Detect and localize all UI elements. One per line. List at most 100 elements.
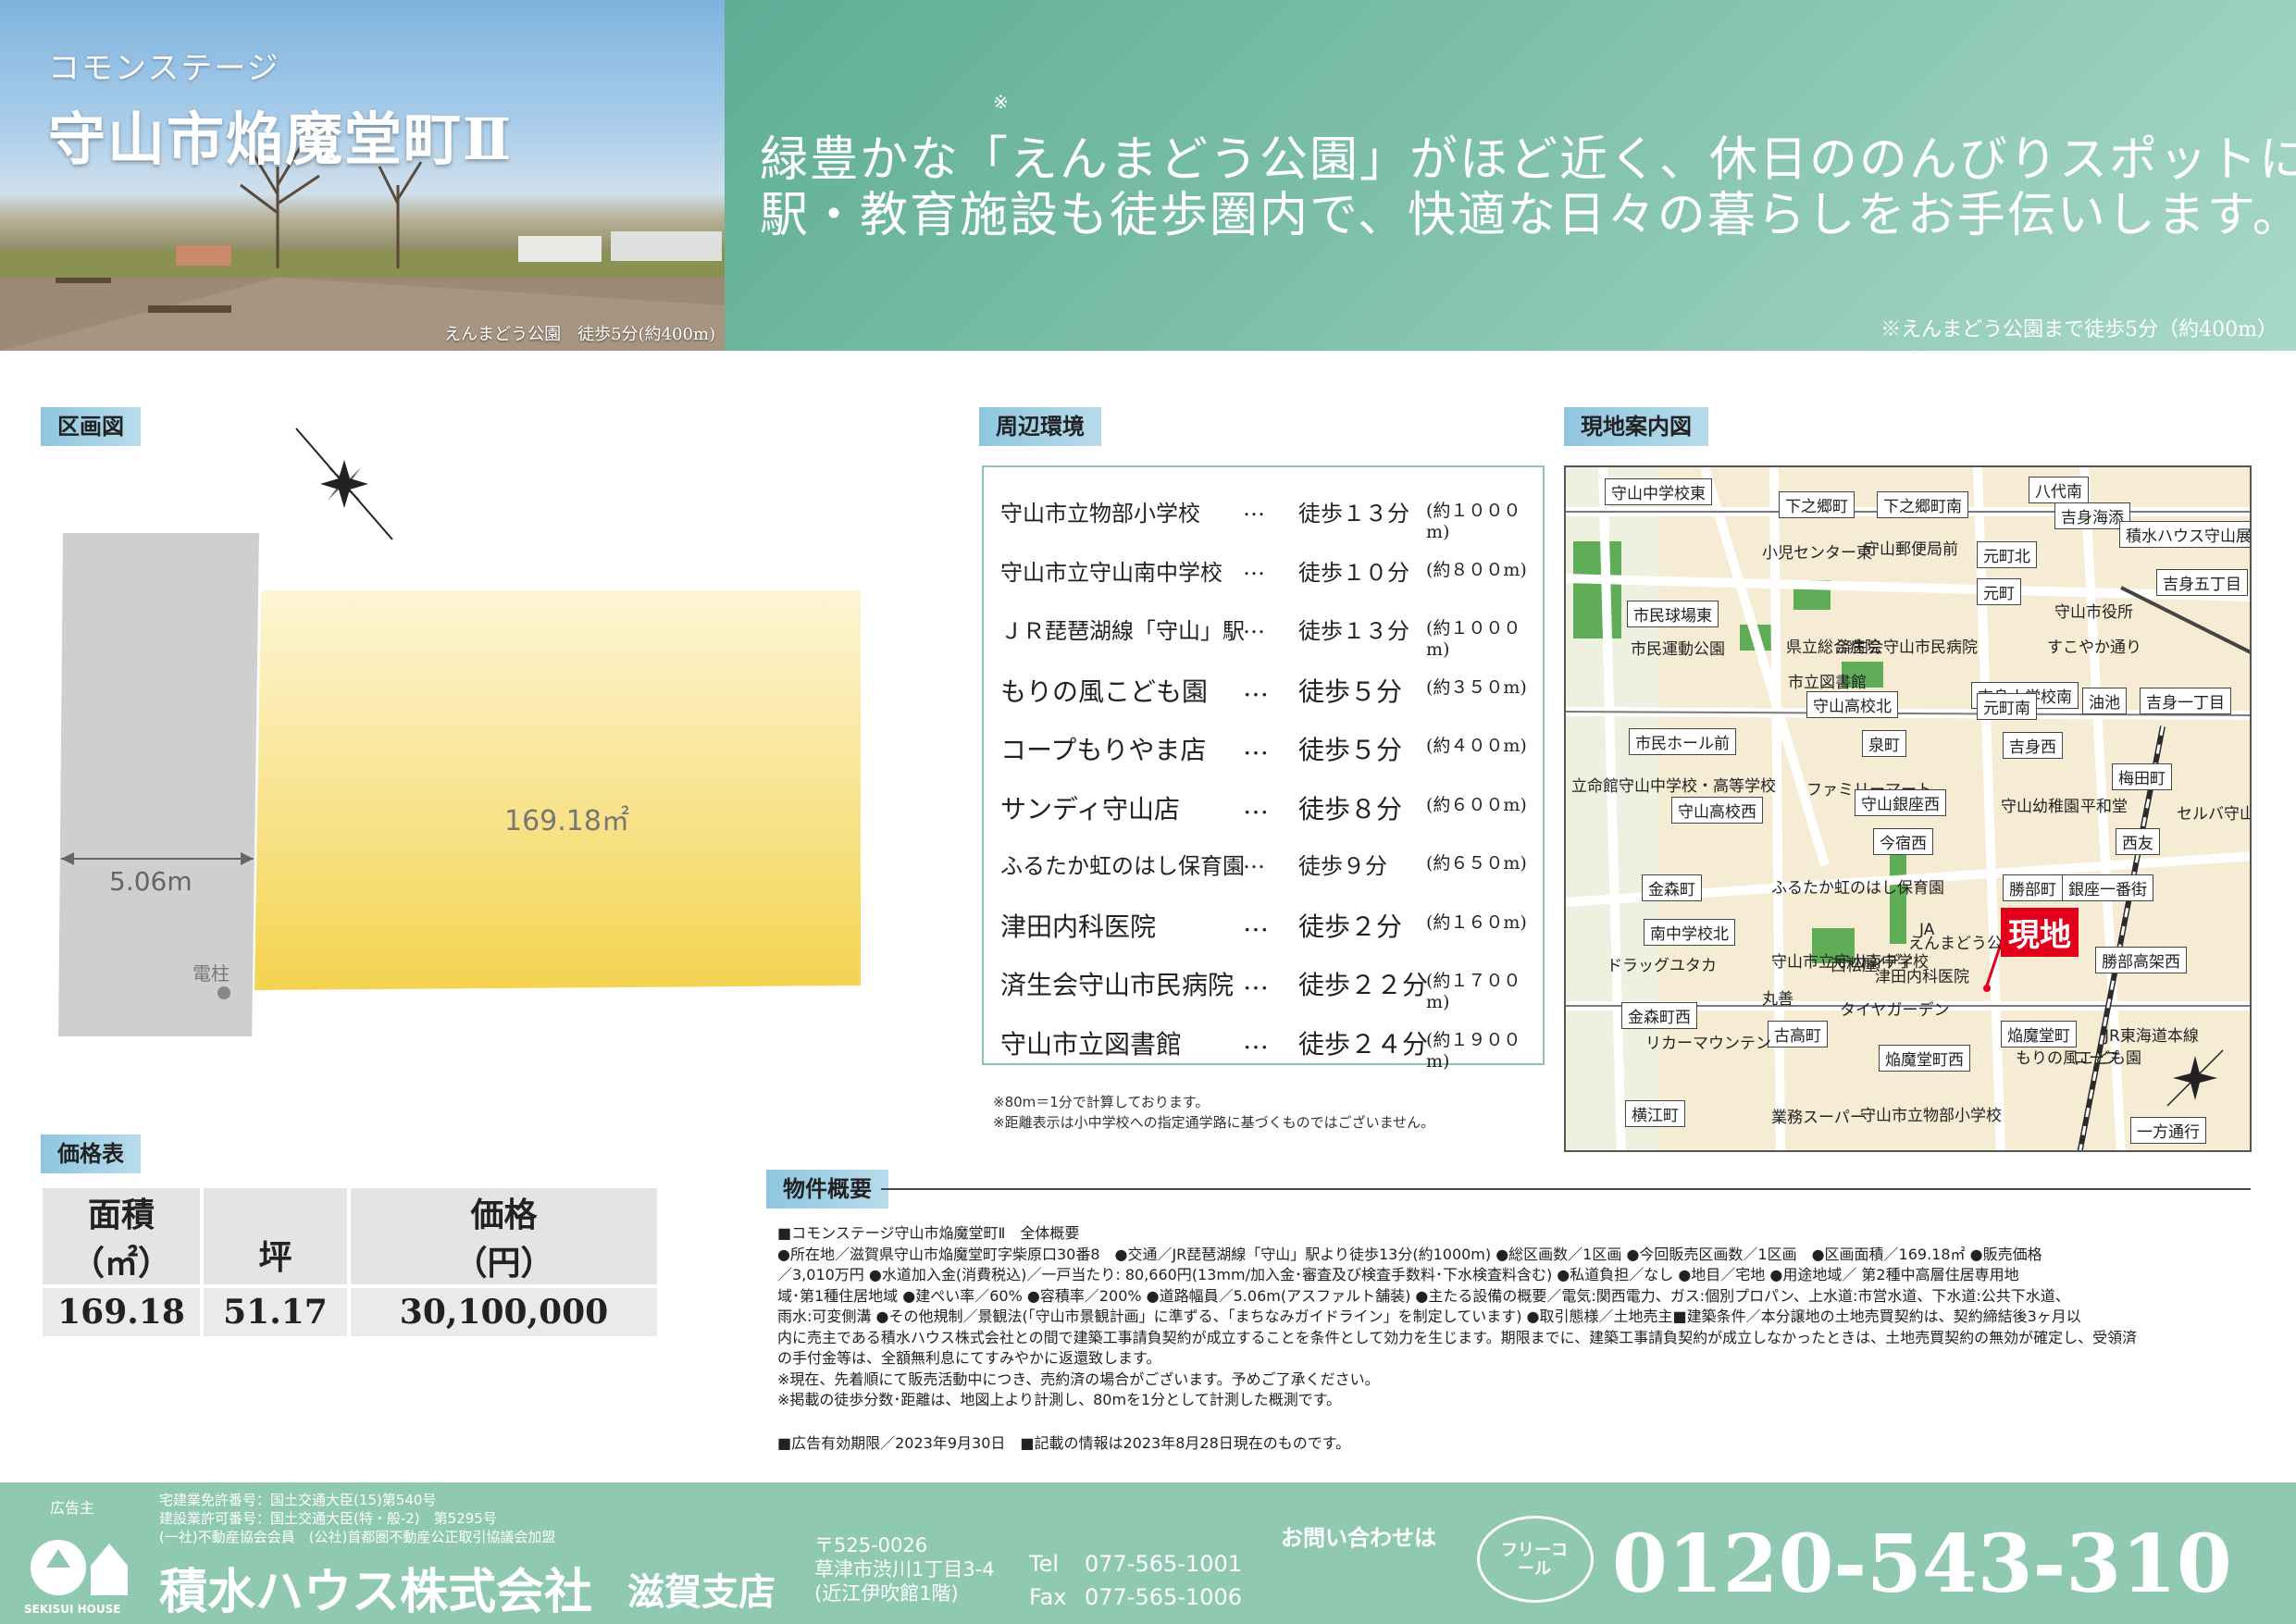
photo-caption: えんまどう公園 徒歩5分(約400m) bbox=[444, 325, 715, 344]
map-label: 業務スーパー bbox=[1771, 1109, 1866, 1127]
nearby-item: サンディ守山店 … 徒歩８分 (約６００m) bbox=[984, 776, 1543, 836]
license-3: (一社)不動産協会会員 (公社)首都圏不動産公正取引協議会加盟 bbox=[159, 1529, 556, 1545]
nearby-distance: (約４００m) bbox=[1426, 736, 1527, 756]
license-2: 建設業許可番号：国土交通大臣(特・般-2) 第5295号 bbox=[159, 1510, 497, 1527]
footer: 広告主 宅建業免許番号：国土交通大臣(15)第540号 建設業許可番号：国土交通… bbox=[0, 1482, 2296, 1624]
nearby-walk: 徒歩５分 bbox=[1298, 735, 1403, 765]
map-label: 元町 bbox=[1977, 578, 2021, 605]
nearby-note-2: ※距離表示は小中学校への指定通学路に基づくものではございません。 bbox=[993, 1114, 1435, 1131]
nearby-distance: (約１０００m) bbox=[1426, 618, 1521, 660]
map-label: JR東海道本線 bbox=[2104, 1027, 2199, 1046]
nearby-note-1: ※80m＝1分で計算しております。 bbox=[993, 1094, 1210, 1110]
price-header: 価格 （円） bbox=[351, 1188, 657, 1284]
tel-number: 077-565-1001 bbox=[1085, 1551, 1243, 1577]
nearby-dots: … bbox=[1243, 906, 1269, 937]
map-label: 勝部高架西 bbox=[2095, 947, 2187, 973]
nearby-item: ＪＲ琵琶湖線「守山」駅… 徒歩１３分 (約１０００m) bbox=[984, 600, 1543, 660]
map-label: ドラッグユタカ bbox=[1607, 957, 1717, 975]
map-label: コープ bbox=[2073, 1049, 2119, 1068]
nearby-section-tag: 周辺環境 bbox=[979, 407, 1101, 446]
nearby-dots: … bbox=[1243, 730, 1269, 761]
nearby-name: 守山市立図書館 bbox=[1000, 1028, 1183, 1060]
sekisui-house-logo-icon bbox=[31, 1540, 128, 1595]
nearby-notes: ※80m＝1分で計算しております。 ※距離表示は小中学校への指定通学路に基づくも… bbox=[993, 1092, 1434, 1133]
compass-icon: N bbox=[295, 428, 393, 540]
nearby-list: 守山市立物部小学校 … 徒歩１３分 (約１０００m) 守山市立守山南中学校 … 徒歩１０分 (… bbox=[982, 465, 1545, 1072]
catch-note: ※えんまどう公園まで徒歩5分（約400m） bbox=[1880, 318, 2277, 341]
branch-name: 滋賀支店 bbox=[627, 1571, 776, 1614]
overview-line: の手付金等は、全額無利息にてすみやかに返還致します。 bbox=[777, 1349, 1161, 1367]
plot-diagram: N bbox=[58, 428, 861, 1036]
map-label: 一方通行 bbox=[2130, 1117, 2206, 1144]
map-label: 吉身一丁目 bbox=[2140, 688, 2231, 714]
fax-number: 077-565-1006 bbox=[1085, 1584, 1243, 1610]
nearby-walk: 徒歩１３分 bbox=[1298, 501, 1409, 527]
nearby-dots: … bbox=[1243, 495, 1265, 521]
map-label: 済生会守山市民病院 bbox=[1836, 638, 1978, 657]
nearby-name: 津田内科医院 bbox=[1000, 911, 1157, 942]
road-width-label: 5.06m bbox=[109, 866, 192, 897]
nearby-distance: (約１９００m) bbox=[1426, 1029, 1521, 1072]
price-section-tag: 価格表 bbox=[41, 1134, 141, 1173]
map-label: 下之郷町 bbox=[1779, 491, 1855, 518]
map-label: 市民ホール前 bbox=[1629, 728, 1736, 755]
map-label: 市立図書館 bbox=[1788, 674, 1867, 692]
nearby-name: コープもりやま店 bbox=[1000, 735, 1207, 765]
map-label: 市民球場東 bbox=[1627, 601, 1719, 627]
nearby-item: 津田内科医院 … 徒歩２分 (約１６０m) bbox=[984, 894, 1543, 953]
nearby-walk: 徒歩５分 bbox=[1298, 676, 1403, 707]
inquiry-label: お問い合わせは bbox=[1281, 1525, 1436, 1551]
logo-text: SEKISUI HOUSE bbox=[24, 1603, 121, 1616]
nearby-distance: (約８００m) bbox=[1426, 559, 1527, 580]
map-label: 南中学校北 bbox=[1644, 919, 1735, 946]
nearby-name: 守山市立物部小学校 bbox=[1000, 501, 1200, 527]
nearby-item: ふるたか虹のはし保育園… 徒歩９分 (約６５０m) bbox=[984, 835, 1543, 894]
nearby-distance: (約１７００m) bbox=[1426, 971, 1521, 1012]
lot-area-label: 169.18㎡ bbox=[504, 805, 629, 837]
overview-line: 雨水:可変側溝 ●その他規制／景観法(「守山市景観計画」に準ずる、「まちなみガイ… bbox=[777, 1308, 2081, 1325]
nearby-walk: 徒歩２４分 bbox=[1298, 1028, 1429, 1060]
overview-section-tag: 物件概要 bbox=[766, 1170, 888, 1209]
nearby-walk: 徒歩１０分 bbox=[1298, 559, 1409, 586]
freecall-label: フリーコール bbox=[1501, 1541, 1568, 1579]
overview-line: 域･第1種住居地域 ●建ぺい率／60% ●容積率／200% ●道路幅員／5.06… bbox=[777, 1286, 2070, 1305]
map-label: 今宿西 bbox=[1873, 828, 1933, 855]
map-label: 市民運動公園 bbox=[1631, 640, 1725, 659]
nearby-item: 守山市立守山南中学校 … 徒歩１０分 (約８００m) bbox=[984, 541, 1543, 601]
nearby-name: 守山市立守山南中学校 bbox=[1000, 559, 1222, 586]
map-label: 平和堂 bbox=[2080, 798, 2128, 816]
map-label: 梅田町 bbox=[2112, 763, 2172, 790]
nearby-name: 済生会守山市民病院 bbox=[1000, 970, 1235, 1000]
nearby-name: もりの風こども園 bbox=[1000, 676, 1209, 707]
nearby-item: 守山市立図書館 … 徒歩２４分 (約１９００m) bbox=[984, 1011, 1543, 1072]
price-value: 30,100,000 bbox=[351, 1288, 657, 1336]
nearby-distance: (約１６０m) bbox=[1426, 911, 1527, 933]
nearby-walk: 徒歩２分 bbox=[1298, 911, 1403, 942]
overview-line: 内に売主である積水ハウス株式会社との間で建築工事請負契約が成立することを条件とし… bbox=[777, 1328, 2138, 1346]
brand-name: コモンステージ bbox=[48, 50, 280, 87]
nearby-distance: (約６５０m) bbox=[1426, 853, 1527, 874]
map-label: 丸善 bbox=[1762, 990, 1793, 1009]
map-label: 守山市役所 bbox=[2054, 603, 2133, 622]
nearby-walk: 徒歩２２分 bbox=[1298, 970, 1429, 1000]
map-label: 積水ハウス守山展示場 bbox=[2119, 521, 2250, 548]
company-name: 積水ハウス株式会社 bbox=[159, 1565, 593, 1620]
license-1: 宅建業免許番号：国土交通大臣(15)第540号 bbox=[159, 1492, 437, 1508]
map-label: 金森町 bbox=[1642, 874, 1702, 901]
area-header: 面積 （㎡） bbox=[43, 1188, 200, 1284]
nearby-item: 守山市立物部小学校 … 徒歩１３分 (約１０００m) bbox=[984, 482, 1543, 542]
map-label: 焔魔堂町 bbox=[2001, 1021, 2077, 1048]
map-label: 守山高校北 bbox=[1806, 691, 1898, 718]
nearby-dots: … bbox=[1243, 613, 1265, 638]
nearby-dots: … bbox=[1243, 848, 1265, 874]
nearby-name: サンディ守山店 bbox=[1000, 793, 1181, 824]
catch-line-2: 駅・教育施設も徒歩圏内で、快適な日々の暮らしをお手伝いします。 bbox=[760, 188, 2296, 243]
utility-pole-label: 電柱 bbox=[192, 962, 230, 985]
map-label: 守山市立物部小学校 bbox=[1860, 1107, 2002, 1125]
map-label: 津田内科医院 bbox=[1875, 968, 1969, 986]
map-label: 元町南 bbox=[1977, 693, 2037, 720]
overview-line: ※現在、先着順にて販売活動中につき、売約済の場合がございます。予めご了承ください… bbox=[777, 1370, 1380, 1388]
overview-validity: ■広告有効期限／2023年9月30日 ■記載の情報は2023年8月28日現在のも… bbox=[777, 1433, 1351, 1452]
map-label: 元町北 bbox=[1977, 541, 2037, 568]
nearby-dots: … bbox=[1243, 671, 1269, 702]
